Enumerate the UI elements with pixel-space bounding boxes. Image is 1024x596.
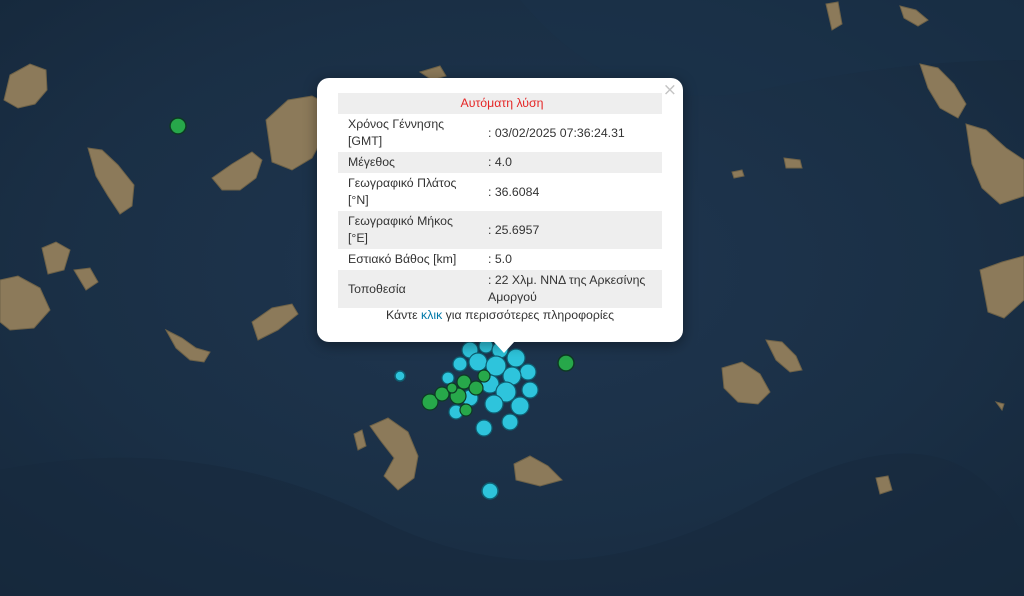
earthquake-marker [169, 117, 187, 135]
row-label: Χρόνος Γέννησης [GMT] [348, 117, 445, 148]
row-label: Γεωγραφικό Πλάτος [°N] [348, 176, 457, 207]
popup-tip [493, 341, 515, 353]
magnitude-value: : 4.0 [468, 152, 662, 173]
location-value: : 22 Χλμ. ΝΝΔ της Αρκεσίνης Αμοργού [468, 270, 662, 308]
earthquake-info-popup: × Αυτόματη λύση Χρόνος Γέννησης [GMT] : … [317, 78, 683, 342]
table-row: Γεωγραφικό Πλάτος [°N] : 36.6084 [338, 173, 662, 211]
table-row: Εστιακό Βάθος [km] : 5.0 [338, 249, 662, 270]
more-info-link[interactable]: κλικ [421, 308, 442, 322]
row-label: Τοποθεσία [338, 270, 468, 308]
earthquake-marker [394, 370, 406, 382]
table-row: Τοποθεσία : 22 Χλμ. ΝΝΔ της Αρκεσίνης Αμ… [338, 270, 662, 308]
table-row: Μέγεθος : 4.0 [338, 152, 662, 173]
earthquake-marker [557, 354, 575, 372]
map-view[interactable]: × Αυτόματη λύση Χρόνος Γέννησης [GMT] : … [0, 0, 1024, 596]
table-row: Χρόνος Γέννησης [GMT] : 03/02/2025 07:36… [338, 114, 662, 152]
row-label: Μέγεθος [338, 152, 468, 173]
more-info-suffix: για περισσότερες πληροφορίες [445, 308, 615, 322]
popup-title: Αυτόματη λύση [338, 93, 662, 114]
longitude-value: : 25.6957 [468, 211, 662, 249]
row-label: Εστιακό Βάθος [km] [348, 252, 457, 266]
row-label: Γεωγραφικό Μήκος [°E] [338, 211, 468, 249]
table-row: Γεωγραφικό Μήκος [°E] : 25.6957 [338, 211, 662, 249]
earthquake-details-table: Αυτόματη λύση Χρόνος Γέννησης [GMT] : 03… [338, 93, 662, 308]
island [783, 157, 803, 169]
close-icon[interactable]: × [663, 81, 677, 99]
latitude-value: : 36.6084 [488, 184, 540, 199]
earthquake-marker [481, 482, 499, 500]
table-row: Αυτόματη λύση [338, 93, 662, 114]
more-info-line: Κάντε κλικ για περισσότερες πληροφορίες [317, 308, 683, 322]
more-info-prefix: Κάντε [385, 308, 418, 322]
depth-value: : 5.0 [488, 252, 512, 266]
origin-time-value: : 03/02/2025 07:36:24.31 [488, 125, 625, 140]
island [731, 169, 745, 179]
